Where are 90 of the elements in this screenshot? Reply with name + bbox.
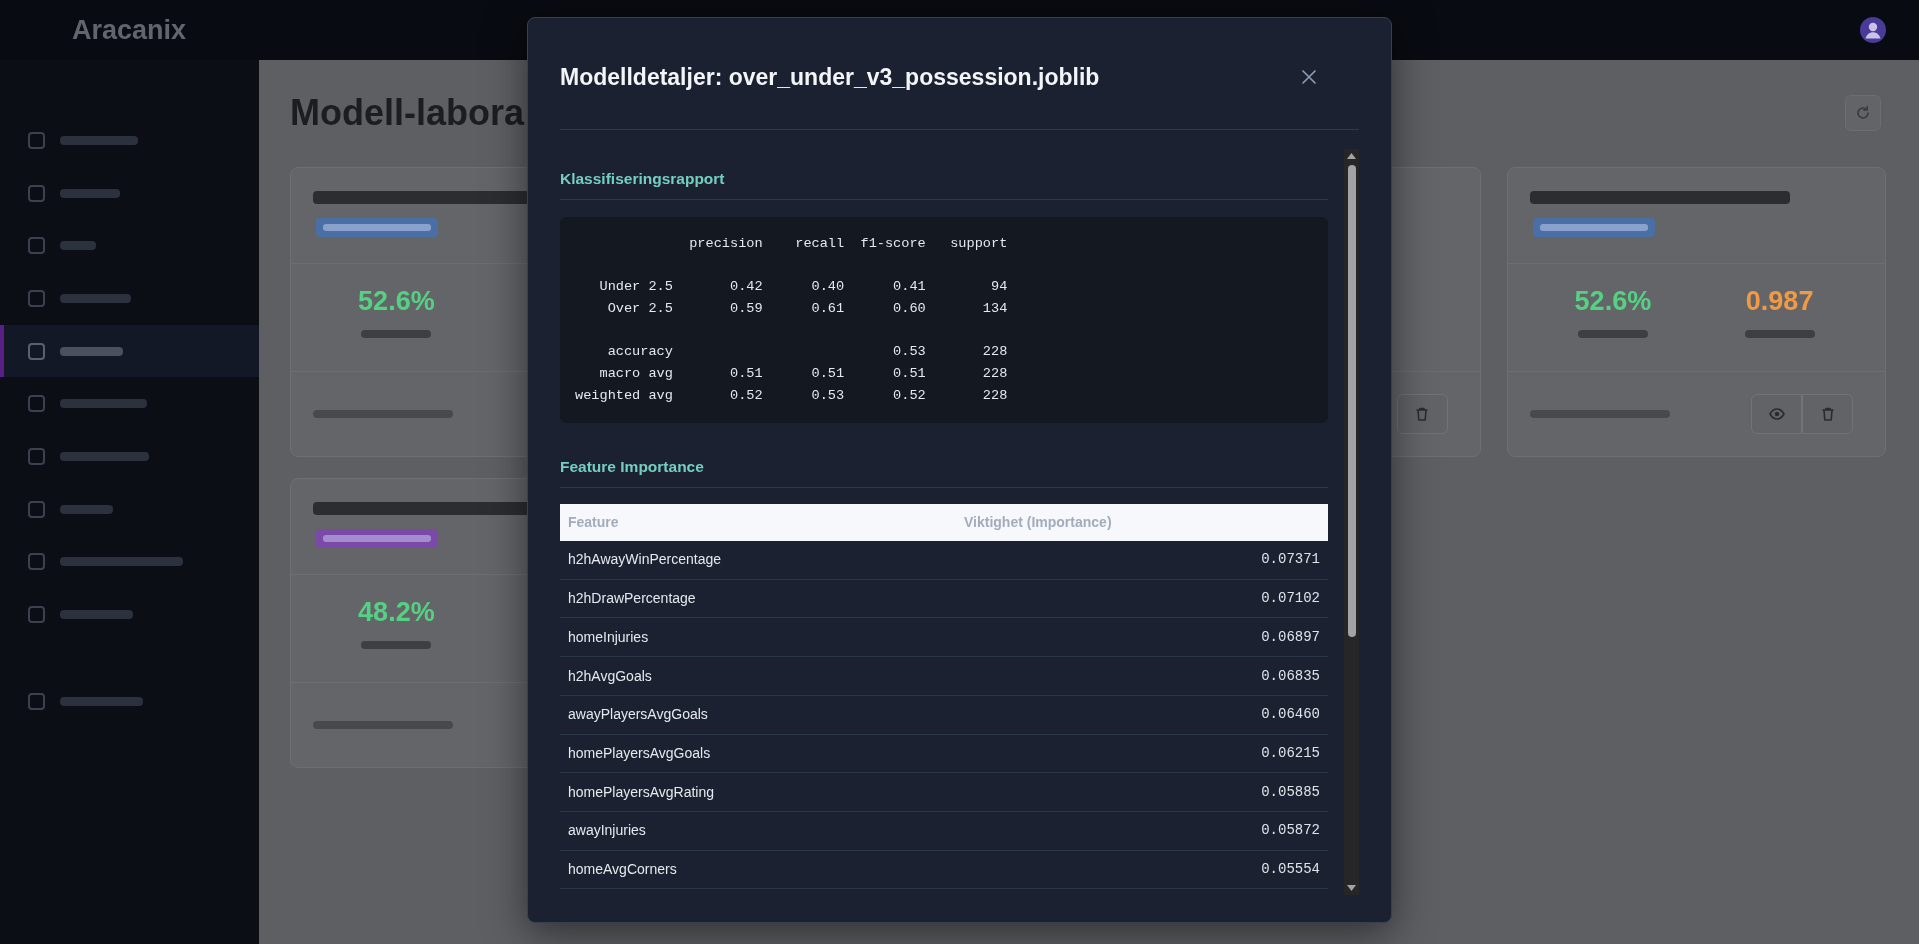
text-placeholder xyxy=(361,330,432,338)
text-placeholder xyxy=(60,346,123,356)
row-label: weighted avg xyxy=(575,387,673,403)
table-cell: 0.06215 xyxy=(956,734,1328,773)
metric-value: 0.987 xyxy=(1745,285,1814,317)
table-cell: 228 xyxy=(982,366,1008,382)
scrollbar-thumb[interactable] xyxy=(1347,165,1356,637)
row-label: accuracy xyxy=(607,344,673,360)
table-cell: 0.07102 xyxy=(956,579,1328,618)
metric-value: 52.6% xyxy=(358,285,435,317)
eye-icon xyxy=(1768,406,1785,422)
refresh-icon xyxy=(1855,105,1871,121)
text-placeholder xyxy=(60,293,131,303)
trash-icon xyxy=(1414,406,1430,422)
table-cell: h2hDrawPercentage xyxy=(560,579,956,618)
row-label: macro avg xyxy=(599,366,673,382)
table-cell: 0.42 xyxy=(729,279,763,295)
up-triangle-icon[interactable] xyxy=(1347,153,1356,159)
table-cell: 0.61 xyxy=(811,301,845,317)
table-cell: 0.40 xyxy=(811,279,845,295)
section-heading: Feature Importance xyxy=(560,456,1328,488)
table-cell: homeAvgCorners xyxy=(560,850,956,889)
table-cell: 0.06897 xyxy=(956,617,1328,657)
table-cell: 0.59 xyxy=(729,301,763,317)
square-icon xyxy=(28,184,45,202)
table-cell: 0.51 xyxy=(729,366,763,382)
column-header: support xyxy=(950,236,1008,251)
modal-title: Modelldetaljer: over_under_v3_possession.joblib xyxy=(560,63,1100,92)
row-label: Under 2.5 xyxy=(599,279,673,295)
delete-button[interactable] xyxy=(1802,394,1853,434)
table-cell: 0.07371 xyxy=(956,540,1328,580)
text-placeholder xyxy=(60,504,113,514)
table-cell: homePlayersAvgGoals xyxy=(560,734,956,773)
column-header: f1-score xyxy=(860,236,926,251)
square-icon xyxy=(28,289,45,307)
section-heading: Klassifiseringsrapport xyxy=(560,169,1328,200)
page-title: Modell-labora xyxy=(290,94,525,132)
metric-value: 48.2% xyxy=(358,596,435,628)
scrollbar[interactable] xyxy=(1344,149,1359,895)
text-placeholder xyxy=(60,241,96,251)
table-cell: 0.60 xyxy=(893,301,926,317)
table-cell: h2hAwayWinPercentage xyxy=(560,540,956,580)
square-icon xyxy=(28,447,45,465)
table-cell: 228 xyxy=(982,344,1008,360)
row-label: Over 2.5 xyxy=(607,301,673,317)
text-placeholder xyxy=(60,188,120,198)
square-icon xyxy=(28,606,45,624)
square-icon xyxy=(28,237,45,255)
sidebar-item[interactable] xyxy=(0,324,259,378)
table-cell: 0.51 xyxy=(893,366,926,382)
table-cell: 0.06460 xyxy=(956,695,1328,735)
table-cell: 0.06835 xyxy=(956,656,1328,696)
table-cell: 0.05872 xyxy=(956,811,1328,851)
refresh-button[interactable] xyxy=(1845,95,1881,131)
square-icon xyxy=(28,131,45,149)
column-header: Viktighet (Importance) xyxy=(956,503,1328,541)
view-button[interactable] xyxy=(1751,394,1802,434)
table-cell: h2hAvgGoals xyxy=(560,656,956,696)
table-cell: 0.52 xyxy=(729,387,763,403)
square-icon xyxy=(28,500,45,518)
table-cell: 0.52 xyxy=(893,387,926,403)
table-cell: 0.41 xyxy=(893,279,926,295)
table-cell: homeInjuries xyxy=(560,617,956,657)
table-cell: 0.51 xyxy=(811,366,845,382)
table-cell: 0.53 xyxy=(811,387,845,403)
column-header: Feature xyxy=(560,503,956,541)
table-cell: 228 xyxy=(982,387,1008,403)
app-logo[interactable]: Aracanix xyxy=(72,14,187,46)
table-cell: awayPlayersAvgGoals xyxy=(560,695,956,735)
table-cell: 0.53 xyxy=(893,344,926,360)
table-cell: 134 xyxy=(982,301,1008,317)
square-icon xyxy=(28,395,45,413)
square-icon xyxy=(28,553,45,571)
table-cell: homePlayersAvgRating xyxy=(560,772,956,812)
table-cell: awayInjuries xyxy=(560,811,956,851)
table-cell: 0.05554 xyxy=(956,850,1328,889)
down-triangle-icon[interactable] xyxy=(1347,885,1356,891)
metric-value: 52.6% xyxy=(1574,285,1652,317)
square-icon xyxy=(28,692,45,710)
text-placeholder xyxy=(361,641,432,649)
table-cell: 0.05885 xyxy=(956,772,1328,812)
square-icon xyxy=(28,342,45,360)
text-placeholder xyxy=(1577,330,1648,338)
column-header: precision xyxy=(689,236,763,251)
column-header: recall xyxy=(795,236,845,251)
close-icon xyxy=(1301,69,1317,85)
text-placeholder xyxy=(1744,330,1815,338)
avatar-icon[interactable] xyxy=(1860,17,1886,43)
table-cell: 94 xyxy=(990,279,1008,295)
delete-button[interactable] xyxy=(1396,394,1448,434)
